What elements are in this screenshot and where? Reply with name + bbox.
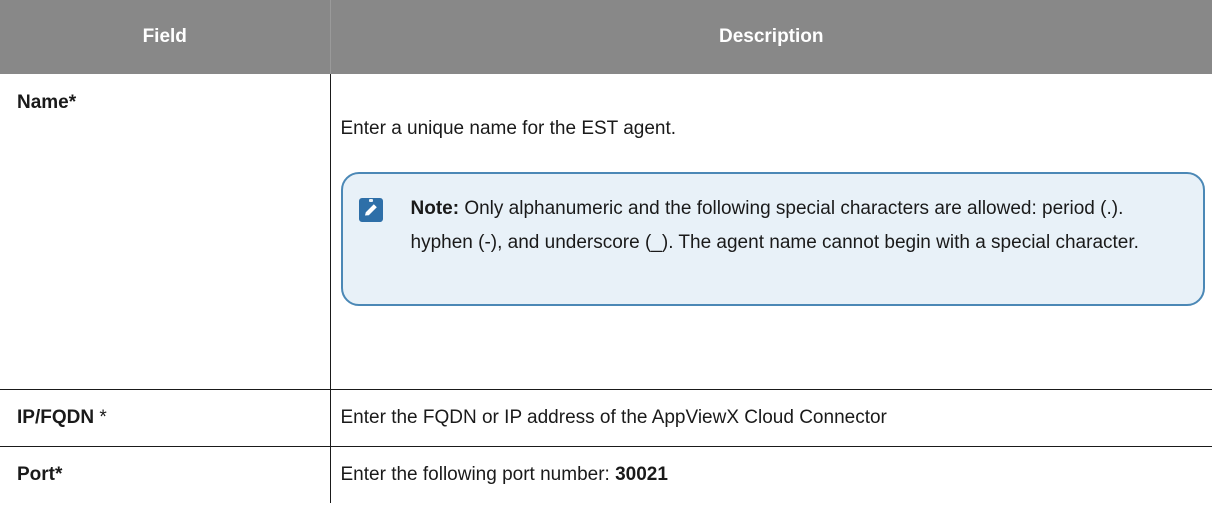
note-body: Note: Only alphanumeric and the followin… (411, 192, 1188, 260)
note-text: Only alphanumeric and the following spec… (410, 198, 1139, 253)
description-cell: Enter the FQDN or IP address of the AppV… (330, 389, 1212, 447)
field-name-label: Name* (17, 92, 77, 113)
field-description-table: Field Description Name* Enter a unique n… (0, 0, 1212, 503)
header-field: Field (0, 0, 330, 74)
description-text: Enter the following port number: (340, 464, 616, 485)
table-row: Port* Enter the following port number: 3… (0, 446, 1212, 504)
note-label: Note: (410, 198, 460, 219)
field-ip-fqdn-required-marker: * (94, 407, 107, 428)
field-ip-fqdn-label: IP/FQDN (17, 407, 95, 428)
field-cell: Name* (0, 74, 331, 390)
field-cell: Port* (0, 446, 331, 503)
field-port-label: Port* (17, 464, 63, 485)
header-description: Description (329, 0, 1212, 74)
description-text: Enter a unique name for the EST agent. (340, 118, 677, 139)
description-cell: Enter the following port number: 30021 (330, 447, 1212, 504)
field-cell: IP/FQDN * (0, 389, 331, 447)
description-text: Enter the FQDN or IP address of the AppV… (340, 407, 887, 428)
pencil-clipboard-icon (358, 198, 383, 222)
note-callout: Note: Only alphanumeric and the followin… (340, 172, 1205, 306)
description-cell: Enter a unique name for the EST agent. N… (330, 74, 1212, 390)
port-number-value: 30021 (615, 464, 668, 485)
table-row: IP/FQDN * Enter the FQDN or IP address o… (0, 389, 1212, 447)
table-header-row: Field Description (0, 0, 1212, 74)
table-row: Name* Enter a unique name for the EST ag… (0, 74, 1212, 390)
